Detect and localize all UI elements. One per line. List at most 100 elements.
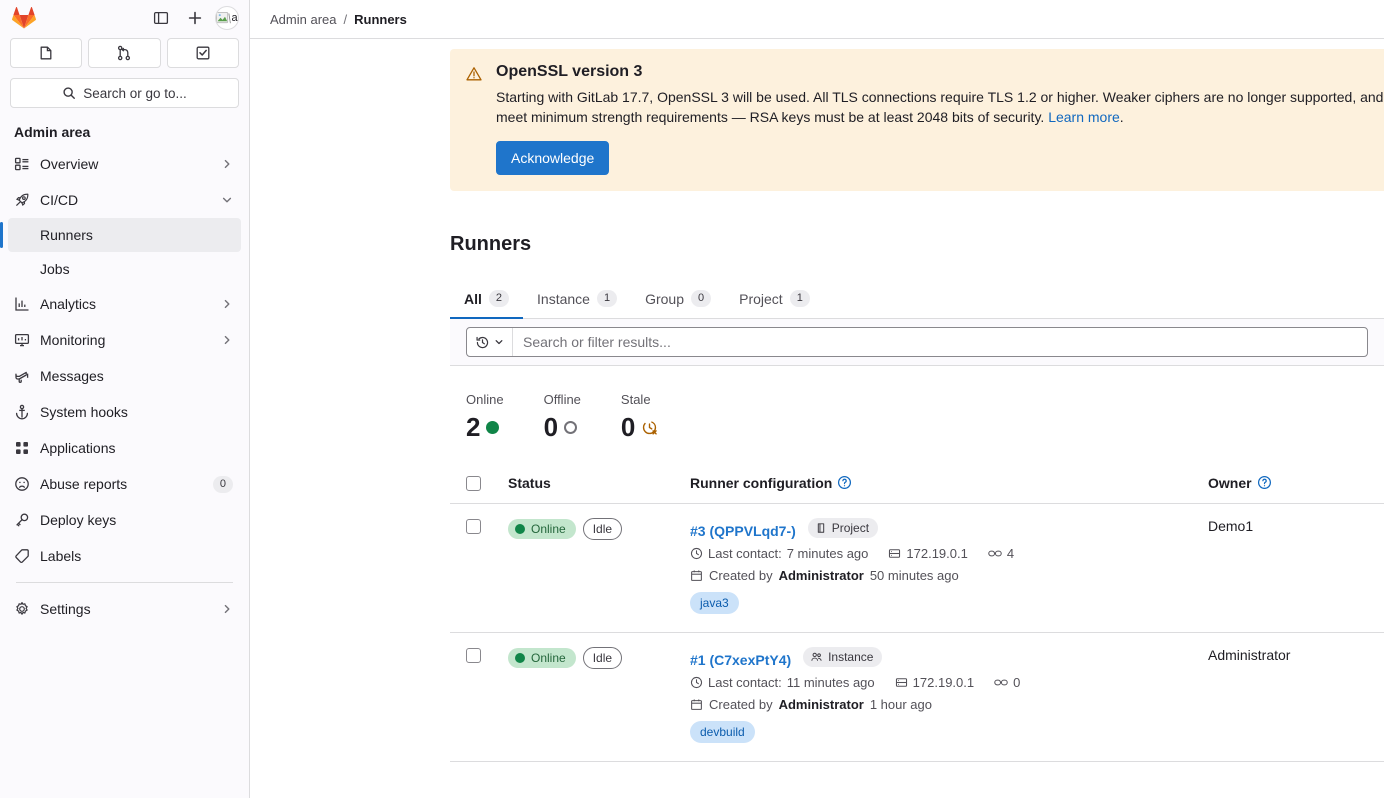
sidebar-item-settings[interactable]: Settings — [8, 591, 241, 627]
overview-icon — [14, 156, 30, 172]
select-all-checkbox[interactable] — [466, 476, 481, 491]
sidebar-item-jobs[interactable]: Jobs — [8, 252, 241, 286]
row-checkbox[interactable] — [466, 648, 481, 663]
row-status-cell: Online Idle — [508, 647, 690, 669]
status-badge-label: Online — [531, 522, 566, 536]
runner-stats: Online 2 Offline 0 Stale 0 — [450, 366, 1384, 463]
warning-icon — [466, 66, 482, 175]
sidebar-context-title: Admin area — [14, 124, 91, 140]
owner-help-icon[interactable] — [1257, 475, 1272, 490]
sidebar-item-runners[interactable]: Runners — [0, 218, 241, 252]
gitlab-logo-icon[interactable] — [12, 6, 36, 30]
issues-button[interactable] — [10, 38, 83, 68]
runners-table: Status Runner configuration Owner Online… — [450, 463, 1384, 762]
tab-instance[interactable]: Instance 1 — [523, 282, 631, 319]
runner-meta-line-2: Created by Administrator 1 hour ago — [690, 697, 1208, 712]
tab-count: 1 — [596, 290, 618, 307]
online-dot-icon — [515, 524, 525, 534]
table-row: Online Idle #3 (QPPVLqd7-) Project Last … — [450, 504, 1384, 633]
sidebar-nav: Overview CI/CD Runners Jobs Analytics Mo… — [0, 146, 249, 627]
calendar-icon — [690, 569, 703, 582]
search-icon — [62, 86, 76, 100]
sidebar-item-cicd[interactable]: CI/CD — [8, 182, 241, 218]
runner-type-tabs: All 2 Instance 1 Group 0 Project 1 — [450, 282, 1384, 319]
row-status-cell: Online Idle — [508, 518, 690, 540]
sidebar-item-label: Applications — [40, 440, 116, 456]
stat-value-wrap: 0 — [544, 413, 581, 441]
app-root: a Search or go to... Admin area Overview… — [0, 0, 1384, 798]
create-new-button[interactable] — [181, 4, 209, 32]
todo-list-button[interactable] — [166, 38, 239, 68]
online-dot-icon — [515, 653, 525, 663]
runner-title-line: #1 (C7xexPtY4) Instance — [690, 647, 1208, 668]
sidebar-item-monitoring[interactable]: Monitoring — [8, 322, 241, 358]
idle-badge: Idle — [582, 647, 623, 669]
stat-number: 0 — [543, 412, 559, 442]
created-ago: 50 minutes ago — [869, 568, 959, 583]
sidebar-subitem-label: Runners — [40, 227, 93, 243]
created-prefix: Created by — [709, 568, 773, 583]
sidebar-item-applications[interactable]: Applications — [8, 430, 241, 466]
alert-body: OpenSSL version 3 Starting with GitLab 1… — [496, 63, 1384, 175]
runner-type-badge: Project — [807, 518, 879, 538]
breadcrumb-current: Runners — [354, 11, 407, 27]
stat-value-wrap: 2 — [466, 413, 504, 441]
row-config-cell: #3 (QPPVLqd7-) Project Last contact: 7 m… — [690, 518, 1208, 614]
sidebar-toggle-button[interactable] — [147, 4, 175, 32]
server-icon — [895, 676, 908, 689]
tab-project[interactable]: Project 1 — [725, 282, 824, 319]
sidebar-item-analytics[interactable]: Analytics — [8, 286, 241, 322]
stat-offline: Offline 0 — [544, 392, 581, 441]
alert-text-body: Starting with GitLab 17.7, OpenSSL 3 wil… — [496, 89, 1384, 125]
sidebar-item-system-hooks[interactable]: System hooks — [8, 394, 241, 430]
runner-type-badge: Instance — [803, 647, 883, 667]
status-badges: Online Idle — [508, 518, 690, 540]
learn-more-link[interactable]: Learn more — [1048, 109, 1120, 125]
filtered-search-box[interactable] — [466, 327, 1368, 357]
stat-number: 2 — [466, 412, 481, 442]
runner-configuration-help-icon[interactable] — [837, 475, 852, 490]
avatar[interactable]: a — [215, 6, 239, 30]
offline-dot-icon — [564, 420, 578, 434]
sidebar-item-label: Deploy keys — [40, 512, 117, 528]
sidebar-item-label: Overview — [40, 156, 99, 172]
search-history-dropdown[interactable] — [467, 328, 513, 356]
sidebar-item-overview[interactable]: Overview — [8, 146, 241, 182]
tab-all[interactable]: All 2 — [450, 282, 524, 319]
sidebar-header: a — [0, 0, 249, 34]
sidebar: a Search or go to... Admin area Overview… — [0, 0, 250, 798]
runner-meta-line-2: Created by Administrator 50 minutes ago — [690, 568, 1208, 583]
sidebar-subitem-label: Jobs — [40, 261, 70, 277]
sidebar-item-labels[interactable]: Labels — [8, 538, 241, 574]
runner-link[interactable]: #3 (QPPVLqd7-) — [690, 523, 796, 539]
search-button[interactable]: Search or go to... — [10, 78, 239, 108]
sidebar-item-abuse-reports[interactable]: Abuse reports 0 — [8, 466, 241, 502]
openssl-alert: OpenSSL version 3 Starting with GitLab 1… — [450, 49, 1384, 191]
breadcrumb-admin-area[interactable]: Admin area — [270, 12, 336, 27]
acknowledge-button[interactable]: Acknowledge — [496, 141, 610, 175]
history-icon — [475, 335, 490, 350]
content-inner: OpenSSL version 3 Starting with GitLab 1… — [250, 49, 1384, 762]
runner-link[interactable]: #1 (C7xexPtY4) — [690, 652, 791, 668]
breadcrumb-separator: / — [343, 11, 348, 27]
jobs-count: 4 — [1006, 546, 1015, 561]
sidebar-item-deploy-keys[interactable]: Deploy keys — [8, 502, 241, 538]
tab-group[interactable]: Group 0 — [631, 282, 725, 319]
stat-value-wrap: 0 — [621, 413, 658, 441]
runner-meta-line-1: Last contact: 11 minutes ago 172.19.0.1 … — [690, 675, 1208, 690]
sidebar-item-messages[interactable]: Messages — [8, 358, 241, 394]
search-input[interactable] — [513, 328, 1367, 356]
runner-meta-line-1: Last contact: 7 minutes ago 172.19.0.1 4 — [690, 546, 1208, 561]
row-checkbox[interactable] — [466, 519, 481, 534]
stat-label: Online — [466, 392, 504, 407]
main-content: Admin area / Runners OpenSSL version 3 S… — [250, 0, 1384, 798]
merge-requests-button[interactable] — [88, 38, 161, 68]
tab-label: Group — [645, 290, 684, 307]
stat-label: Offline — [543, 392, 581, 407]
chevron-down-icon — [494, 337, 504, 347]
runners-table-header: Status Runner configuration Owner — [450, 463, 1384, 504]
runner-tag: devbuild — [690, 721, 755, 743]
last-contact-label: Last contact: — [708, 546, 782, 561]
sidebar-item-label: Abuse reports — [40, 476, 128, 492]
last-contact-group: Last contact: 7 minutes ago — [690, 546, 868, 561]
